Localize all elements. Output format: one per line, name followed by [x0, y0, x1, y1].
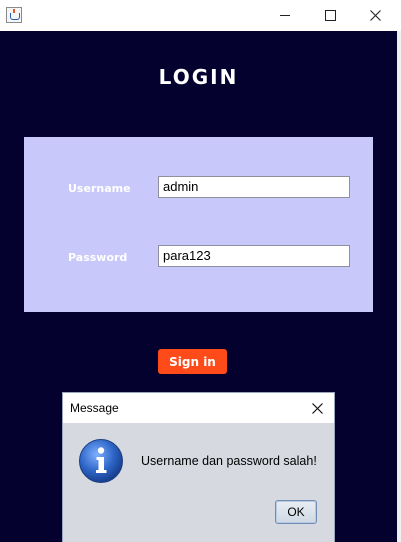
minimize-icon — [280, 15, 290, 16]
dialog-titlebar: Message — [63, 393, 334, 423]
ok-button[interactable]: OK — [275, 500, 317, 524]
password-field[interactable]: para123 — [158, 245, 350, 267]
message-dialog: Message Username dan password salah! OK — [63, 393, 334, 542]
maximize-button[interactable] — [307, 0, 353, 31]
close-icon — [312, 402, 323, 414]
username-label: Username — [68, 182, 131, 195]
info-icon — [79, 439, 123, 483]
maximize-icon — [324, 10, 336, 21]
window-edge — [397, 31, 401, 542]
close-button[interactable] — [352, 0, 398, 31]
sign-in-button[interactable]: Sign in — [158, 349, 227, 374]
dialog-message: Username dan password salah! — [141, 454, 317, 468]
login-form-panel: Username admin Password para123 — [24, 137, 373, 312]
dialog-title: Message — [70, 401, 119, 415]
window-titlebar — [0, 0, 401, 31]
page-title: LOGIN — [158, 65, 239, 89]
password-label: Password — [68, 251, 128, 264]
close-icon — [369, 10, 381, 21]
minimize-button[interactable] — [262, 0, 308, 31]
username-field[interactable]: admin — [158, 176, 350, 198]
java-cup-icon — [6, 7, 22, 23]
dialog-close-button[interactable] — [301, 393, 334, 423]
